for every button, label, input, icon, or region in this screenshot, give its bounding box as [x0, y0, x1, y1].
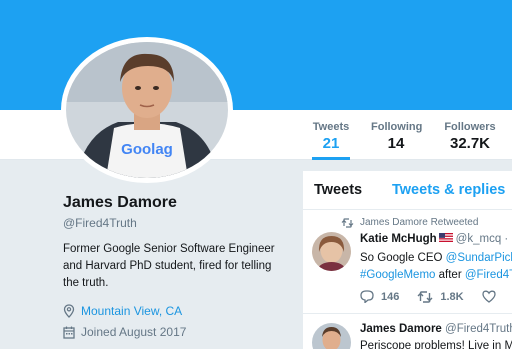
stat-followers-value: 32.7K	[449, 135, 491, 152]
stat-followers-label: Followers	[444, 121, 496, 133]
retweet-action-icon	[417, 290, 433, 303]
retweet-button[interactable]: 1.8K	[417, 290, 464, 303]
us-flag-icon	[438, 233, 453, 243]
stat-following-value: 14	[387, 135, 405, 152]
tweet-avatar-image	[312, 323, 351, 349]
tweet-hashtag-link[interactable]: #GoogleMemo	[360, 269, 435, 281]
tweet-header-separator: ·	[504, 233, 509, 245]
tweet-divider	[303, 313, 512, 314]
timeline-tabs: Tweets Tweets & replies	[303, 171, 512, 210]
tweet-text: So Google CEO @SundarPichai #GoogleMemo …	[360, 250, 512, 284]
avatar-illustration: Goolag	[66, 42, 228, 178]
avatar-shirt-text: Goolag	[121, 141, 173, 158]
tweet-header: James Damore @Fired4Truth	[360, 323, 512, 335]
tweet-author-name[interactable]: James Damore	[360, 323, 442, 335]
tab-tweets-and-replies[interactable]: Tweets & replies	[392, 182, 505, 198]
stat-followers[interactable]: Followers 32.7K	[443, 121, 497, 152]
retweet-indicator: James Damore Retweeted	[341, 217, 478, 228]
heart-icon	[481, 290, 496, 303]
stat-tweets[interactable]: Tweets 21	[312, 121, 350, 160]
profile-handle[interactable]: @Fired4Truth	[63, 216, 137, 230]
location-text[interactable]: Mountain View, CA	[81, 304, 182, 318]
tweet-avatar[interactable]	[312, 232, 351, 271]
profile-name: James Damore	[63, 194, 177, 211]
profile-avatar[interactable]: Goolag	[61, 37, 233, 183]
tab-tweets[interactable]: Tweets	[314, 182, 362, 198]
retweet-count: 1.8K	[440, 290, 464, 303]
tweet-text-segment: So Google CEO	[360, 252, 446, 264]
tweet-avatar-image	[312, 232, 351, 271]
stat-following-label: Following	[371, 121, 423, 133]
calendar-icon	[63, 326, 75, 339]
joined-text: Joined August 2017	[81, 325, 187, 339]
bio-line: and Harvard PhD student, fired for telli…	[63, 260, 272, 272]
tweet-author-handle[interactable]: @Fired4Truth	[445, 323, 512, 335]
like-button[interactable]	[481, 290, 503, 303]
profile-bio: Former Google Senior Software Engineer a…	[63, 241, 288, 292]
profile-joined: Joined August 2017	[63, 325, 186, 339]
tweet-actions: 146 1.8K	[360, 290, 512, 303]
tweet-mention-link[interactable]: @Fired4Truth	[465, 269, 512, 281]
reply-icon	[360, 290, 374, 303]
bio-line: the truth.	[63, 277, 109, 289]
retweet-icon	[341, 217, 354, 228]
tweet-author-name[interactable]: Katie McHugh	[360, 233, 437, 245]
stat-tweets-label: Tweets	[312, 121, 350, 133]
stat-tweets-value: 21	[322, 135, 340, 152]
tweet-header: Katie McHugh @k_mcq ·	[360, 233, 508, 245]
tweet-text-segment: after	[435, 269, 465, 281]
reply-count: 146	[381, 290, 400, 303]
tweet-author-handle[interactable]: @k_mcq	[456, 233, 502, 245]
retweet-note-text: James Damore Retweeted	[360, 217, 479, 228]
tweet-avatar[interactable]	[312, 323, 351, 349]
tweet-text: Periscope problems! Live in M	[360, 340, 512, 349]
reply-button[interactable]: 146	[360, 290, 399, 303]
stat-following[interactable]: Following 14	[371, 121, 423, 152]
profile-location[interactable]: Mountain View, CA	[63, 304, 182, 318]
bio-line: Former Google Senior Software Engineer	[63, 243, 275, 255]
timeline-panel: Tweets Tweets & replies James Damore Ret…	[303, 171, 512, 349]
tweet-mention-link[interactable]: @SundarPichai	[446, 252, 512, 264]
location-pin-icon	[63, 304, 75, 318]
avatar-photo: Goolag	[66, 42, 228, 178]
